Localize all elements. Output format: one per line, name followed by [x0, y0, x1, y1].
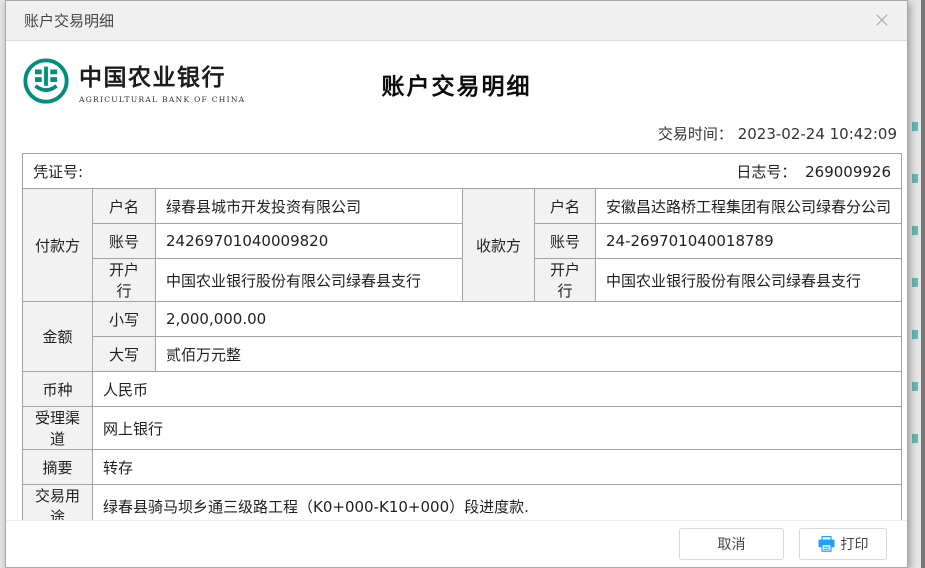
payer-bank-label: 开户行	[92, 258, 156, 302]
amount-digits-value: 2,000,000.00	[154, 301, 903, 337]
printer-icon	[818, 536, 835, 552]
table-row: 金额 小写 2,000,000.00	[22, 301, 903, 372]
table-row: 开户行 中国农业银行股份有限公司绿春县支行 开户行 中国农业银行股份有限公司绿春…	[23, 258, 903, 302]
payer-group-label: 付款方	[22, 188, 93, 302]
table-row: 币种 人民币	[22, 371, 903, 407]
dialog-titlebar: 账户交易明细 ×	[6, 1, 907, 41]
summary-value: 转存	[91, 449, 903, 485]
amount-group-label: 金额	[22, 301, 93, 372]
voucher-no-label: 凭证号:	[33, 162, 84, 181]
print-button-label: 打印	[840, 537, 869, 553]
dialog-footer: 取消 打印	[6, 520, 907, 567]
transaction-time: 交易时间： 2023-02-24 10:42:09	[6, 123, 897, 144]
receipt-header: 中国农业银行 AGRICULTURAL BANK OF CHINA 账户交易明细	[6, 55, 907, 113]
payee-group-label: 收款方	[462, 188, 535, 302]
journal-no-label: 日志号：	[736, 162, 797, 181]
table-row: 付款方 户名 绿春县城市开发投资有限公司 收款方 户名 安徽昌达路桥工程集团有限…	[22, 188, 903, 302]
table-row: 大写 贰佰万元整	[23, 336, 903, 372]
payee-name-value: 安徽昌达路桥工程集团有限公司绿春分公司	[594, 188, 903, 224]
amount-digits-label: 小写	[92, 301, 156, 337]
transaction-detail-dialog: 账户交易明细 × 中国农业银行 AGRICULTURAL BANK OF CHI…	[5, 0, 908, 568]
abc-bank-logo-icon	[22, 57, 70, 105]
payee-name-label: 户名	[534, 188, 596, 224]
transaction-detail-table: 凭证号: 日志号： 269009926 付款方 户名 绿春县城市开发投资有限公司…	[21, 153, 903, 528]
payer-name-value: 绿春县城市开发投资有限公司	[155, 188, 463, 224]
bank-name-cn: 中国农业银行	[79, 64, 226, 91]
channel-value: 网上银行	[91, 406, 903, 450]
payer-name-label: 户名	[92, 188, 156, 224]
cancel-button[interactable]: 取消	[679, 528, 784, 560]
summary-label: 摘要	[22, 449, 93, 485]
currency-label: 币种	[22, 371, 93, 407]
payee-bank-value: 中国农业银行股份有限公司绿春县支行	[594, 258, 903, 302]
table-row: 受理渠道 网上银行	[22, 406, 903, 450]
payee-account-label: 账号	[534, 223, 596, 259]
payer-account-value: 24269701040009820	[155, 223, 463, 259]
payer-bank-value: 中国农业银行股份有限公司绿春县支行	[155, 258, 463, 302]
dialog-title: 账户交易明细	[24, 12, 115, 30]
table-row: 账号 24269701040009820 账号 24-2697010400187…	[23, 223, 903, 259]
page-behind-text-fragments	[912, 122, 918, 452]
channel-label: 受理渠道	[22, 406, 93, 450]
payer-account-label: 账号	[92, 223, 156, 259]
payee-bank-label: 开户行	[534, 258, 596, 302]
close-icon[interactable]: ×	[873, 9, 891, 32]
amount-words-label: 大写	[92, 336, 156, 372]
cancel-button-label: 取消	[717, 537, 746, 553]
window-right-edge	[921, 0, 925, 568]
transaction-time-value: 2023-02-24 10:42:09	[737, 125, 897, 143]
table-row: 凭证号: 日志号： 269009926	[21, 153, 903, 189]
transaction-time-label: 交易时间：	[657, 125, 733, 143]
journal-no-value: 269009926	[805, 162, 892, 181]
bank-brand: 中国农业银行 AGRICULTURAL BANK OF CHINA	[22, 57, 245, 105]
bank-name-en: AGRICULTURAL BANK OF CHINA	[79, 95, 246, 104]
table-row: 摘要 转存	[22, 449, 903, 485]
currency-value: 人民币	[91, 371, 903, 407]
amount-words-value: 贰佰万元整	[154, 336, 903, 372]
payee-account-value: 24-269701040018789	[594, 223, 903, 259]
print-button[interactable]: 打印	[799, 528, 887, 560]
